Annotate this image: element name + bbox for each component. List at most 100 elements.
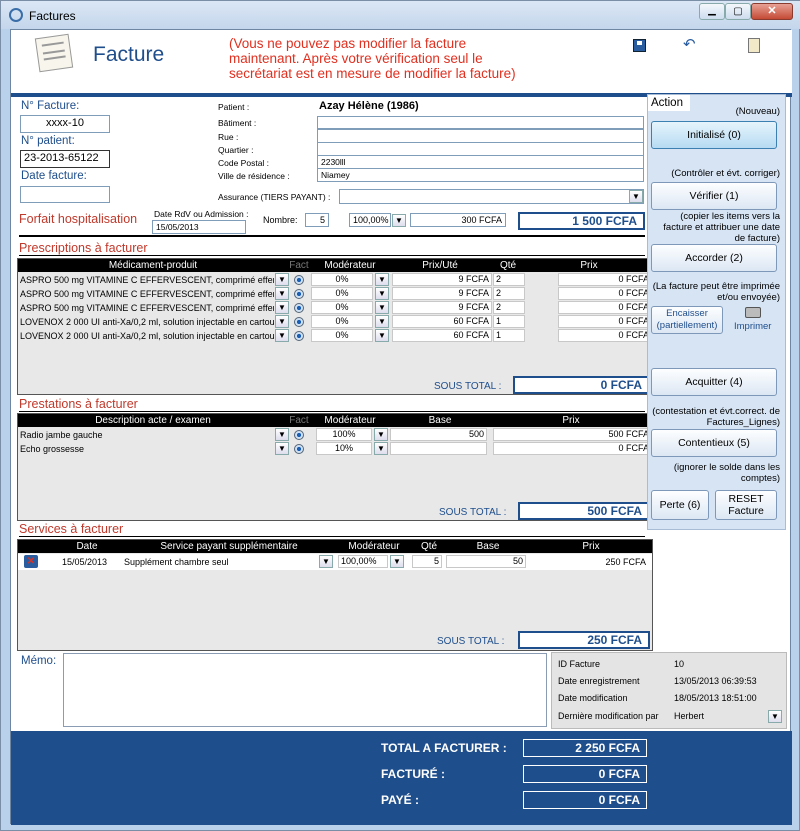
memo-textarea[interactable] (63, 653, 547, 727)
chevron-down-icon[interactable]: ▼ (275, 315, 289, 328)
chevron-down-icon[interactable]: ▼ (275, 428, 289, 441)
initialise-button[interactable]: Initialisé (0) (651, 121, 777, 149)
date-facture-field[interactable] (20, 186, 110, 203)
chevron-down-icon[interactable]: ▼ (374, 428, 388, 441)
col-header (18, 540, 52, 553)
table-row[interactable]: ✕ 15/05/2013 Supplément chambre seul ▼ 1… (18, 554, 652, 570)
imprimer-label[interactable]: Imprimer (734, 321, 771, 332)
maximize-button[interactable]: ▢ (725, 3, 751, 20)
moderateur-field[interactable]: 100,00% (338, 555, 388, 568)
rue-field[interactable] (317, 129, 644, 143)
date-enregistrement-label: Date enregistrement (558, 676, 640, 686)
chevron-down-icon[interactable]: ▼ (375, 273, 389, 286)
chevron-down-icon[interactable]: ▼ (374, 442, 388, 455)
ville-field[interactable]: Niamey (317, 168, 644, 182)
chevron-down-icon[interactable]: ▼ (275, 329, 289, 342)
nombre-field[interactable]: 5 (305, 213, 329, 227)
table-row[interactable]: Radio jambe gauche ▼ 100% ▼ 500 500 FCFA (18, 428, 652, 442)
num-patient-field[interactable]: 23-2013-65122 (20, 150, 110, 168)
rue-label: Rue : (218, 132, 239, 142)
qte-field[interactable]: 1 (493, 329, 525, 342)
assurance-select[interactable] (339, 189, 644, 204)
quartier-field[interactable] (317, 142, 644, 156)
prix-ute-field[interactable]: 9 FCFA (392, 287, 492, 300)
chevron-down-icon[interactable]: ▼ (392, 214, 406, 227)
verifier-button[interactable]: Vérifier (1) (651, 182, 777, 210)
chevron-down-icon[interactable]: ▼ (275, 273, 289, 286)
moderateur-field[interactable]: 0% (311, 301, 373, 314)
prescriptions-title: Prescriptions à facturer (19, 241, 148, 255)
encaisser-button[interactable]: Encaisser (partiellement) (651, 306, 723, 334)
qte-field[interactable]: 1 (493, 315, 525, 328)
delete-icon[interactable]: ✕ (24, 555, 38, 568)
perte-button[interactable]: Perte (6) (651, 490, 709, 520)
base-field[interactable]: 500 (390, 428, 487, 441)
moderateur-field[interactable]: 0% (311, 329, 373, 342)
batiment-field[interactable] (317, 116, 644, 129)
reset-button[interactable]: RESET Facture (715, 490, 777, 520)
col-header: Fact (288, 414, 310, 427)
qte-field[interactable]: 2 (493, 301, 525, 314)
prix-ute-field[interactable]: 60 FCFA (392, 329, 492, 342)
base-field[interactable] (390, 442, 487, 455)
printer-icon[interactable] (745, 307, 761, 318)
table-row[interactable]: ASPRO 500 mg VITAMINE C EFFERVESCENT, co… (18, 287, 652, 301)
moderateur-field[interactable]: 0% (311, 315, 373, 328)
patient-name: Azay Hélène (1986) (319, 100, 419, 112)
id-facture-label: ID Facture (558, 659, 601, 669)
fact-radio[interactable] (294, 303, 304, 313)
qte-field[interactable]: 2 (493, 287, 525, 300)
fact-radio[interactable] (294, 275, 304, 285)
close-button[interactable]: ✕ (751, 3, 793, 20)
prestations-table: Description acte / examen Fact Modérateu… (17, 413, 653, 521)
chevron-down-icon[interactable]: ▼ (375, 287, 389, 300)
qte-field[interactable]: 2 (493, 273, 525, 286)
fact-radio[interactable] (294, 331, 304, 341)
col-header: Prix (530, 540, 652, 553)
fact-radio[interactable] (294, 317, 304, 327)
chevron-down-icon[interactable]: ▼ (768, 710, 782, 723)
col-header: Modérateur (336, 540, 412, 553)
chevron-down-icon[interactable]: ▼ (275, 301, 289, 314)
table-row[interactable]: ASPRO 500 mg VITAMINE C EFFERVESCENT, co… (18, 273, 652, 287)
undo-icon[interactable]: ↶ (683, 35, 696, 53)
contentieux-button[interactable]: Contentieux (5) (651, 429, 777, 457)
num-facture-field[interactable]: xxxx-10 (20, 115, 110, 133)
fact-radio[interactable] (294, 444, 304, 454)
chevron-down-icon[interactable]: ▼ (390, 555, 404, 568)
table-row[interactable]: LOVENOX 2 000 UI anti-Xa/0,2 ml, solutio… (18, 329, 652, 343)
prix-ute-field[interactable]: 9 FCFA (392, 273, 492, 286)
forfait-title: Forfait hospitalisation (19, 212, 138, 226)
table-row[interactable]: ASPRO 500 mg VITAMINE C EFFERVESCENT, co… (18, 301, 652, 315)
ville-label: Ville de résidence : (218, 171, 290, 181)
chevron-down-icon[interactable]: ▼ (375, 315, 389, 328)
chevron-down-icon[interactable]: ▼ (375, 329, 389, 342)
chevron-down-icon[interactable]: ▼ (319, 555, 333, 568)
moderateur-field[interactable]: 0% (311, 273, 373, 286)
forfait-pct-field[interactable]: 100,00% (349, 213, 391, 227)
chevron-down-icon[interactable]: ▼ (275, 442, 289, 455)
accorder-button[interactable]: Accorder (2) (651, 244, 777, 272)
chevron-down-icon[interactable]: ▼ (275, 287, 289, 300)
forfait-date-field[interactable]: 15/05/2013 (152, 220, 246, 234)
table-row[interactable]: Echo grossesse ▼ 10% ▼ 0 FCFA (18, 442, 652, 456)
base-field[interactable]: 50 (446, 555, 526, 568)
medicament-name: ASPRO 500 mg VITAMINE C EFFERVESCENT, co… (20, 303, 274, 313)
code-postal-field[interactable]: 2230lll (317, 155, 644, 169)
chevron-down-icon[interactable]: ▼ (629, 190, 643, 203)
save-icon[interactable] (633, 39, 646, 52)
chevron-down-icon[interactable]: ▼ (375, 301, 389, 314)
table-row[interactable]: LOVENOX 2 000 UI anti-Xa/0,2 ml, solutio… (18, 315, 652, 329)
fact-radio[interactable] (294, 289, 304, 299)
prix-ute-field[interactable]: 60 FCFA (392, 315, 492, 328)
fact-radio[interactable] (294, 430, 304, 440)
moderateur-field[interactable]: 100% (316, 428, 372, 441)
acquitter-button[interactable]: Acquitter (4) (651, 368, 777, 396)
moderateur-field[interactable]: 0% (311, 287, 373, 300)
moderateur-field[interactable]: 10% (316, 442, 372, 455)
clipboard-icon[interactable] (748, 38, 760, 53)
qte-field[interactable]: 5 (412, 555, 442, 568)
forfait-price-field[interactable]: 300 FCFA (410, 213, 506, 227)
minimize-button[interactable]: ▁ (699, 3, 725, 20)
prix-ute-field[interactable]: 9 FCFA (392, 301, 492, 314)
